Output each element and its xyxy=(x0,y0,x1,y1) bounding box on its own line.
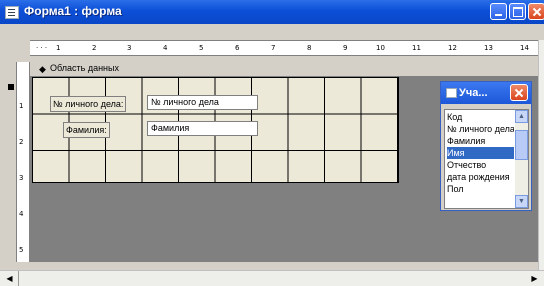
ruler-mark: 13 xyxy=(484,44,493,52)
vruler-mark: 4 xyxy=(19,210,24,218)
field-list-title: Уча... xyxy=(459,87,488,99)
section-arrow-icon: ◆ xyxy=(39,64,46,74)
ruler-mark: 7 xyxy=(271,44,276,52)
vruler-mark: 3 xyxy=(19,174,24,182)
field-list-window[interactable]: Уча... Код № личного дела Фамилия Имя От… xyxy=(440,81,532,211)
ruler-mark: 8 xyxy=(307,44,312,52)
vertical-ruler[interactable]: 1 2 3 4 5 xyxy=(16,62,30,262)
table-icon xyxy=(446,88,457,98)
surname-label[interactable]: Фамилия: xyxy=(63,122,110,138)
vruler-mark: 2 xyxy=(19,138,24,146)
field-item-surname[interactable]: Фамилия xyxy=(447,135,514,147)
detail-section-header[interactable]: ◆ Область данных xyxy=(30,62,540,77)
field-list-titlebar[interactable]: Уча... xyxy=(441,82,531,104)
form-selector-box[interactable] xyxy=(2,40,30,90)
ruler-mark: 10 xyxy=(376,44,385,52)
field-list-scrollbar[interactable]: ▲ ▼ xyxy=(515,110,528,208)
ruler-mark: 12 xyxy=(448,44,457,52)
surname-field[interactable]: Фамилия xyxy=(147,121,258,136)
scroll-up-icon[interactable]: ▲ xyxy=(515,110,528,123)
scroll-thumb[interactable] xyxy=(515,130,528,160)
ruler-mark: 11 xyxy=(412,44,421,52)
field-list-close-button[interactable] xyxy=(510,84,528,101)
field-item-birthdate[interactable]: дата рождения xyxy=(447,171,514,183)
scroll-right-icon[interactable]: ▶ xyxy=(527,272,542,286)
ruler-mark: 1 xyxy=(56,44,61,52)
vruler-mark: 5 xyxy=(19,246,24,254)
ruler-mark: 6 xyxy=(235,44,240,52)
title-bar[interactable]: Форма1 : форма xyxy=(0,0,544,24)
field-list[interactable]: Код № личного дела Фамилия Имя Отчество … xyxy=(444,109,529,209)
form-icon xyxy=(5,6,19,19)
form-design-window: Форма1 : форма · · · 1 2 3 4 5 6 7 8 9 1… xyxy=(0,0,544,286)
field-item-kod[interactable]: Код xyxy=(447,111,514,123)
scroll-left-icon[interactable]: ◀ xyxy=(2,272,17,286)
form-selector[interactable] xyxy=(8,84,14,90)
ruler-mark: 5 xyxy=(199,44,204,52)
vruler-mark: 1 xyxy=(19,102,24,110)
field-item-name[interactable]: Имя xyxy=(447,147,514,159)
ruler-mark: 9 xyxy=(343,44,348,52)
personal-file-label[interactable]: № личного дела: xyxy=(50,96,127,112)
section-label: Область данных xyxy=(50,63,119,73)
close-button[interactable] xyxy=(528,3,544,20)
window-title: Форма1 : форма xyxy=(24,4,122,18)
field-item-sex[interactable]: Пол xyxy=(447,183,514,195)
scroll-divider xyxy=(18,271,19,286)
minimize-button[interactable] xyxy=(490,3,507,20)
ruler-mark: 3 xyxy=(127,44,132,52)
horizontal-scrollbar[interactable]: ◀ ▶ xyxy=(0,270,544,286)
ruler-mark: 4 xyxy=(163,44,168,52)
horizontal-ruler[interactable]: · · · 1 2 3 4 5 6 7 8 9 10 11 12 13 14 xyxy=(30,40,540,56)
field-item-patronymic[interactable]: Отчество xyxy=(447,159,514,171)
ruler-mark: 14 xyxy=(520,44,529,52)
personal-file-field[interactable]: № личного дела xyxy=(147,95,258,110)
ruler-dots: · · · xyxy=(36,44,48,52)
ruler-mark: 2 xyxy=(92,44,97,52)
vertical-scrollbar[interactable] xyxy=(538,40,544,270)
maximize-button[interactable] xyxy=(509,3,526,20)
field-item-personal-file[interactable]: № личного дела xyxy=(447,123,514,135)
scroll-down-icon[interactable]: ▼ xyxy=(515,195,528,208)
